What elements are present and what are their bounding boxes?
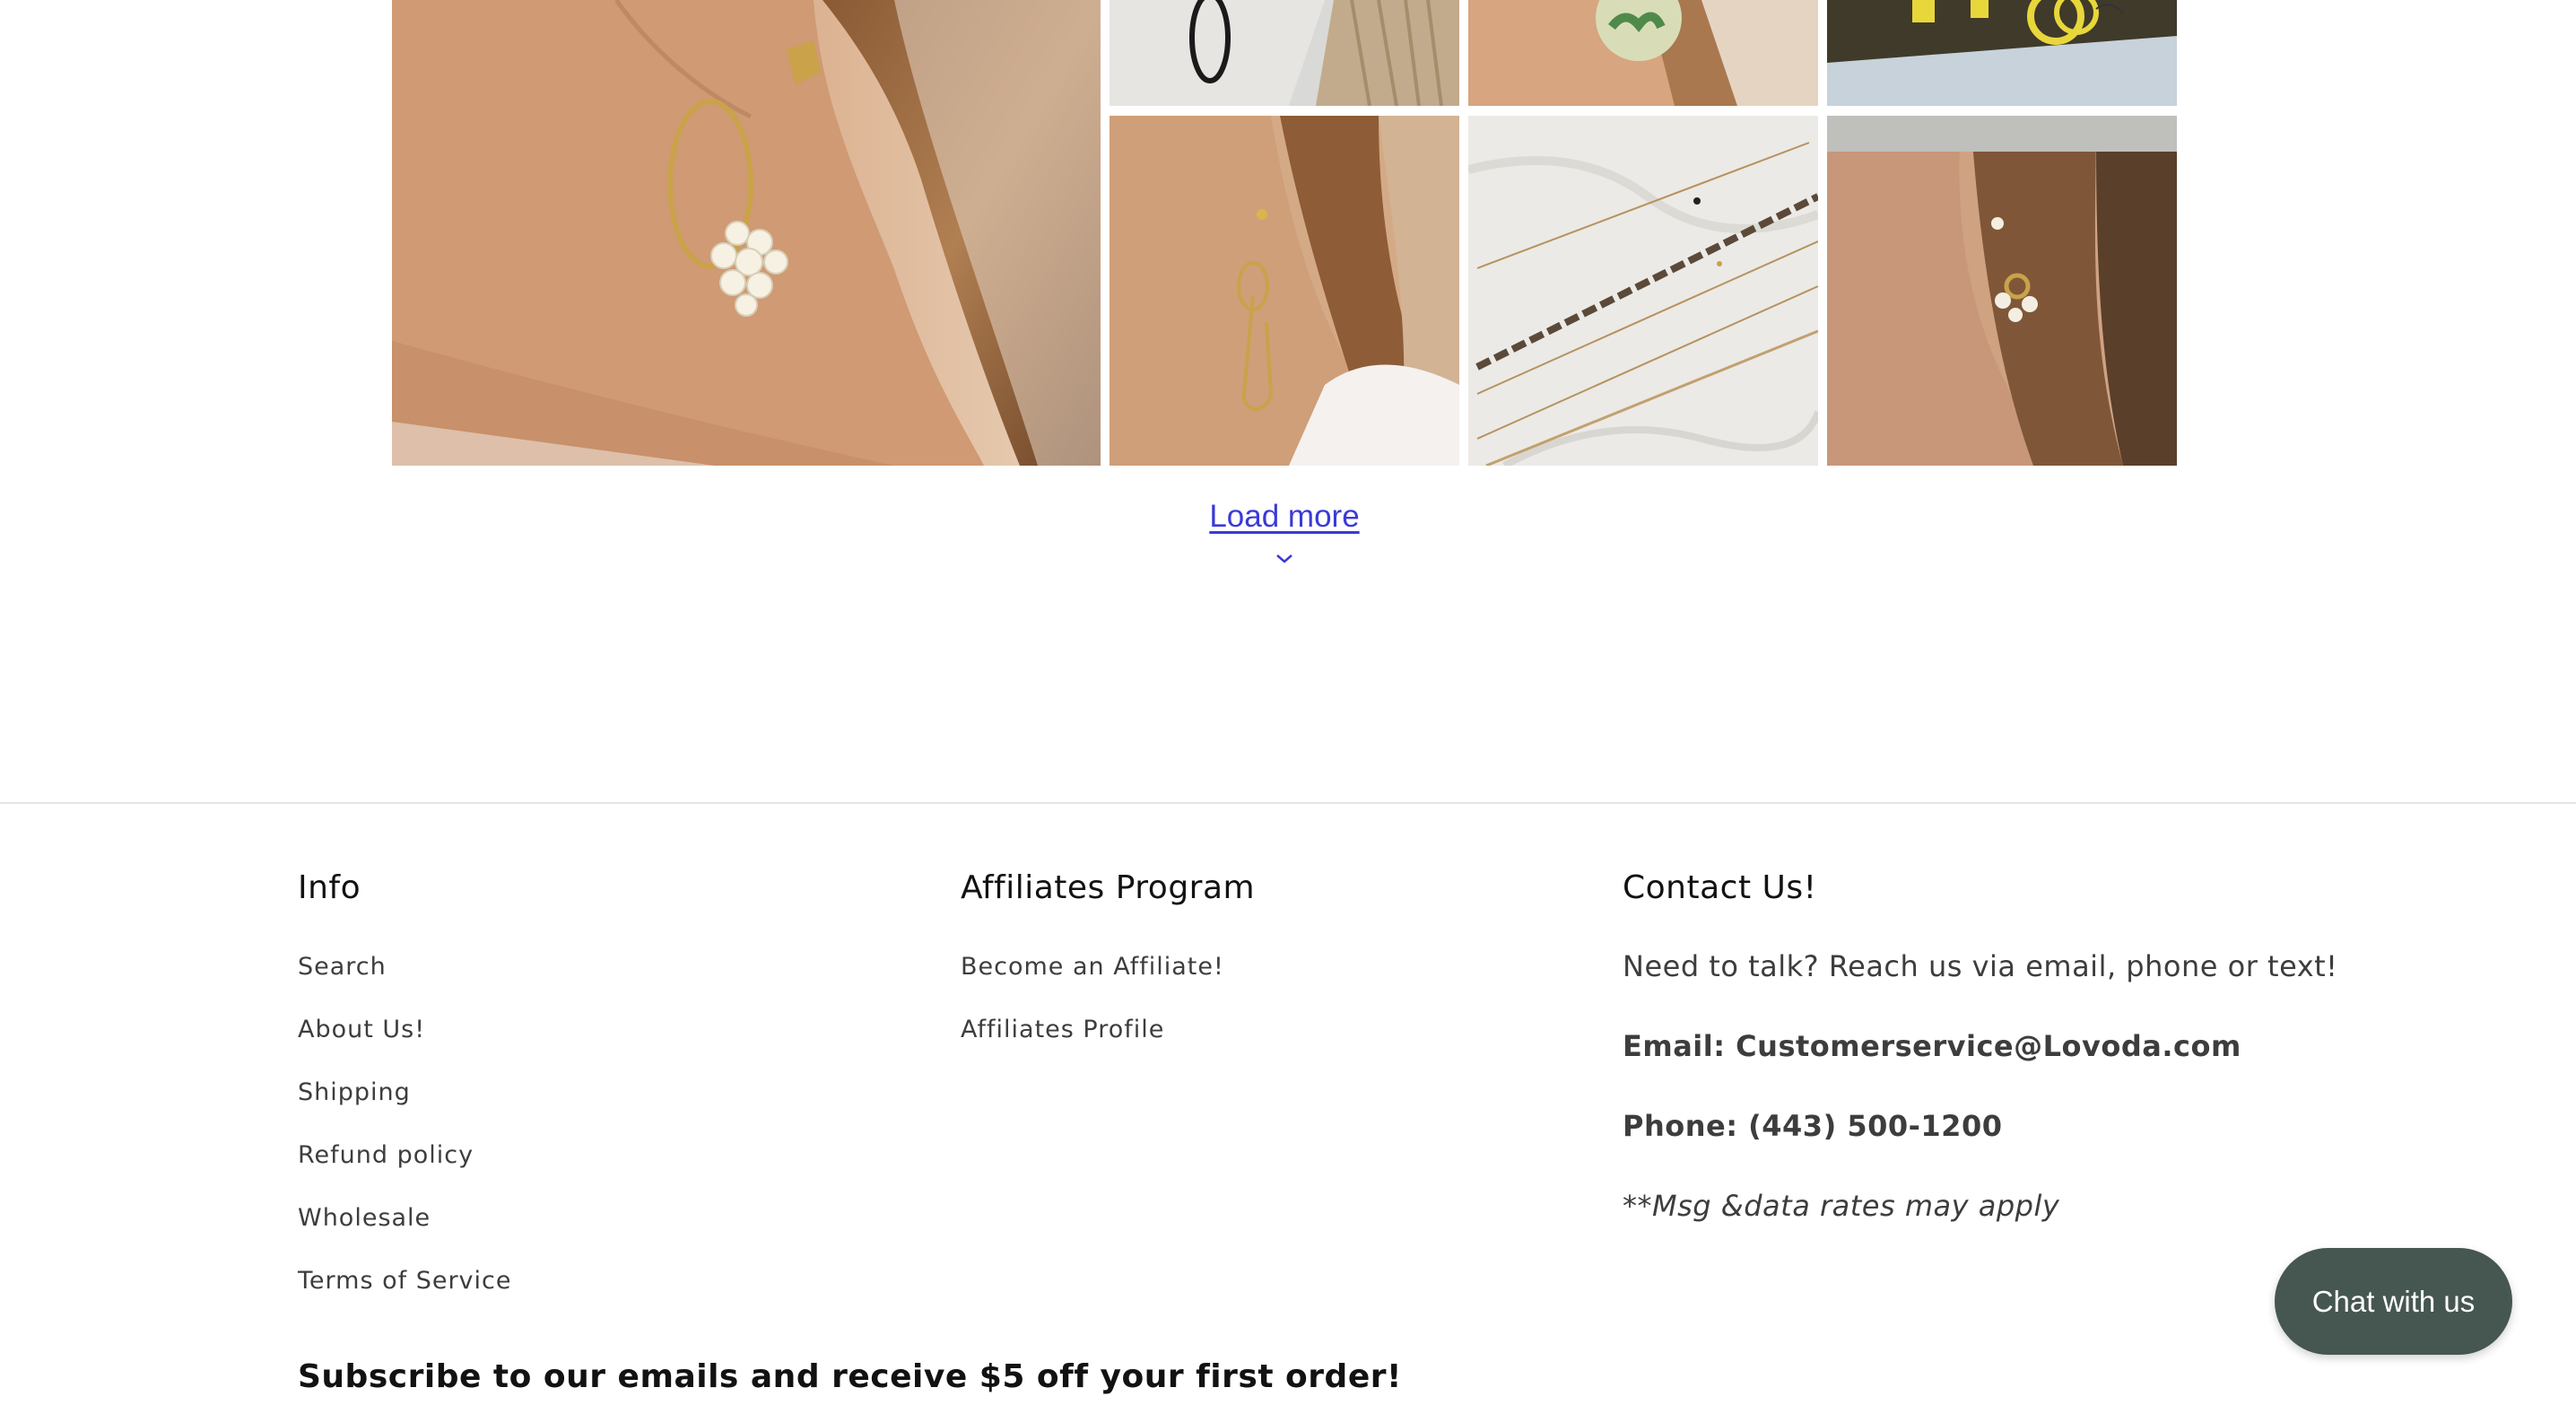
- contact-phone: Phone: (443) 500-1200: [1623, 1109, 2003, 1143]
- gallery-photo-pearl-huggies[interactable]: [1827, 116, 2177, 466]
- footer-contact-heading: Contact Us!: [1623, 869, 1817, 906]
- footer-link-wholesale[interactable]: Wholesale: [298, 1204, 431, 1232]
- load-more: Load more: [1121, 499, 1448, 565]
- contact-rates-note: **Msg &data rates may apply: [1623, 1189, 2060, 1223]
- contact-intro: Need to talk? Reach us via email, phone …: [1623, 949, 2338, 983]
- footer-info-heading: Info: [298, 869, 361, 906]
- gallery-photo-pearl-cluster-earring[interactable]: [392, 0, 1101, 466]
- footer-link-about[interactable]: About Us!: [298, 1016, 425, 1043]
- contact-email: Email: Customerservice@Lovoda.com: [1623, 1029, 2241, 1063]
- subscribe-heading: Subscribe to our emails and receive $5 o…: [298, 1358, 1402, 1395]
- footer-link-terms[interactable]: Terms of Service: [298, 1267, 512, 1295]
- footer-link-affiliates-profile[interactable]: Affiliates Profile: [961, 1016, 1164, 1043]
- footer-affiliates-links: Become an Affiliate! Affiliates Profile: [961, 949, 1499, 1075]
- footer-affiliates-heading: Affiliates Program: [961, 869, 1256, 906]
- footer-divider: [0, 802, 2576, 804]
- footer-info-links: Search About Us! Shipping Refund policy …: [298, 949, 836, 1326]
- footer-link-become-affiliate[interactable]: Become an Affiliate!: [961, 953, 1224, 981]
- footer-link-refund-policy[interactable]: Refund policy: [298, 1141, 474, 1169]
- gallery-photo-monstera-earring[interactable]: [1468, 0, 1818, 106]
- footer-link-search[interactable]: Search: [298, 953, 387, 981]
- footer-affiliates-column: Affiliates Program Become an Affiliate! …: [961, 866, 1499, 1075]
- instagram-gallery: [0, 0, 2576, 467]
- footer-contact-column: Contact Us! Need to talk? Reach us via e…: [1623, 866, 2430, 1266]
- load-more-link[interactable]: Load more: [1209, 499, 1359, 534]
- footer-link-shipping[interactable]: Shipping: [298, 1078, 411, 1106]
- gallery-photo-threader-earring[interactable]: [1110, 116, 1459, 466]
- footer-info-column: Info Search About Us! Shipping Refund po…: [298, 866, 836, 1326]
- gallery-photo-yellow-hoops[interactable]: [1827, 0, 2177, 106]
- gallery-photo-oval-link[interactable]: [1110, 0, 1459, 106]
- chat-with-us-button[interactable]: Chat with us: [2275, 1248, 2512, 1355]
- contact-details: Need to talk? Reach us via email, phone …: [1623, 947, 2430, 1226]
- chevron-down-icon[interactable]: [1274, 551, 1295, 565]
- gallery-photo-chain-bracelets[interactable]: [1468, 116, 1818, 466]
